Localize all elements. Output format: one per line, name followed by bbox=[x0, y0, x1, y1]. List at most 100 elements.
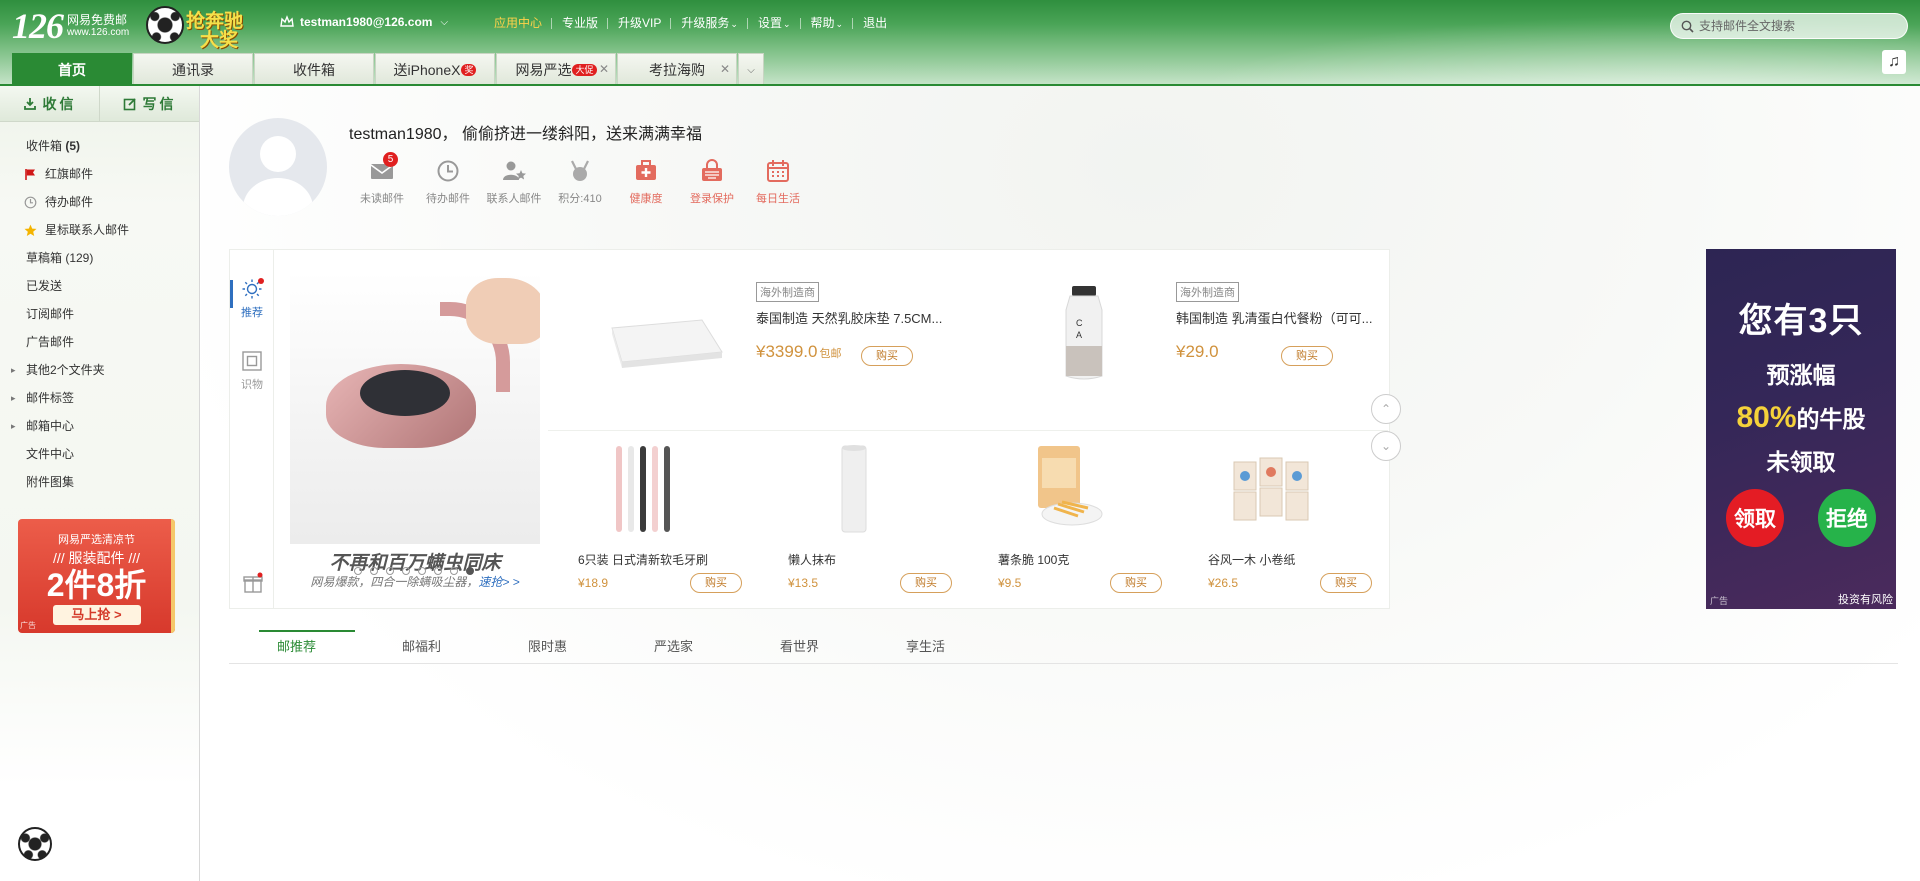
ad-risk-note: 投资有风险 bbox=[1838, 594, 1893, 606]
medkit-icon bbox=[636, 160, 656, 180]
avatar[interactable] bbox=[229, 118, 327, 216]
carousel-dot[interactable] bbox=[402, 567, 410, 575]
carousel-dot[interactable] bbox=[434, 567, 442, 575]
quick-points[interactable]: 积分:410 bbox=[547, 158, 613, 206]
product-card[interactable]: 海外制造商 泰国制造 天然乳胶床垫 7.5CM... ¥3399.0 包邮 购买 bbox=[548, 250, 968, 420]
folder-ads[interactable]: 广告邮件 bbox=[0, 328, 199, 356]
quick-unread[interactable]: 5 未读邮件 bbox=[349, 152, 415, 206]
quick-contact-mail[interactable]: 联系人邮件 bbox=[481, 158, 547, 206]
buy-button[interactable]: 购买 bbox=[1110, 573, 1162, 593]
search-input[interactable] bbox=[1699, 19, 1899, 33]
product-card[interactable]: CA 海外制造商 韩国制造 乳清蛋白代餐粉（可可... ¥29.0 购买 bbox=[968, 250, 1388, 420]
quick-daily-life[interactable]: 每日生活 bbox=[745, 158, 811, 206]
search-icon[interactable] bbox=[1681, 20, 1694, 33]
folder-file-center[interactable]: 文件中心 bbox=[0, 440, 199, 468]
soccer-ball-icon[interactable] bbox=[18, 827, 52, 861]
tab-iphonex[interactable]: 送iPhoneX 奖 bbox=[375, 53, 495, 86]
carousel-dot[interactable] bbox=[386, 567, 394, 575]
folder-subscriptions[interactable]: 订阅邮件 bbox=[0, 300, 199, 328]
buy-button[interactable]: 购买 bbox=[690, 573, 742, 593]
folder-tags[interactable]: ▸ 邮件标签 bbox=[0, 384, 199, 412]
scroll-up-button[interactable]: ⌃ bbox=[1371, 394, 1401, 424]
compose-button[interactable]: 写信 bbox=[100, 86, 199, 121]
ad-line2: /// 服装配件 /// bbox=[52, 550, 141, 566]
folder-drafts[interactable]: 草稿箱 (129) bbox=[0, 244, 199, 272]
carousel-dot[interactable] bbox=[418, 567, 426, 575]
sidebar-ad[interactable]: 网易严选清凉节 /// 服装配件 /// 2件8折 马上抢 > 广告 bbox=[18, 519, 175, 633]
product-tag: 海外制造商 bbox=[1176, 282, 1239, 302]
shop-tab-recommend[interactable]: 推荐 bbox=[230, 278, 274, 320]
tab-kaola[interactable]: 考拉海购 ✕ bbox=[617, 53, 737, 86]
quick-login-protect[interactable]: 登录保护 bbox=[679, 158, 745, 206]
nav-label: 帮助 bbox=[810, 16, 835, 30]
nav-upgrade-vip[interactable]: 升级VIP bbox=[608, 16, 672, 31]
folder-label: 待办邮件 bbox=[45, 195, 94, 209]
btab-recommend[interactable]: 邮推荐 bbox=[258, 630, 356, 664]
carousel-dot[interactable] bbox=[370, 567, 378, 575]
user-menu[interactable]: testman1980@126.com ⌵ bbox=[280, 15, 448, 29]
folder-red-flag[interactable]: 红旗邮件 bbox=[0, 160, 199, 188]
buy-button[interactable]: 购买 bbox=[1281, 346, 1333, 366]
vacuum-top bbox=[360, 370, 450, 416]
nav-settings[interactable]: 设置⌄ bbox=[748, 16, 801, 31]
product-card[interactable]: 6只装 日式清新软毛牙刷 ¥18.9 购买 bbox=[548, 430, 758, 610]
tab-yanxuan[interactable]: 网易严选 大促 ✕ bbox=[496, 53, 616, 86]
close-icon[interactable]: ✕ bbox=[720, 62, 730, 76]
folder-attachments[interactable]: 附件图集 bbox=[0, 468, 199, 496]
tab-inbox[interactable]: 收件箱 bbox=[254, 53, 374, 86]
btab-yanxuan[interactable]: 严选家 bbox=[654, 630, 693, 664]
buy-button[interactable]: 购买 bbox=[1320, 573, 1372, 593]
right-ad[interactable]: 您有3只 预涨幅 80%的牛股 未领取 领取 拒绝 广告 投资有风险 bbox=[1706, 249, 1896, 609]
chevron-right-icon[interactable]: ▸ bbox=[11, 356, 16, 384]
chevron-right-icon[interactable]: ▸ bbox=[11, 412, 16, 440]
gift-icon[interactable] bbox=[242, 572, 264, 594]
ad-cta-button[interactable]: 马上抢 > bbox=[52, 605, 141, 625]
search-box bbox=[1670, 13, 1908, 39]
ad-accept-button[interactable]: 领取 bbox=[1726, 489, 1784, 547]
folder-other[interactable]: ▸ 其他2个文件夹 bbox=[0, 356, 199, 384]
product-card[interactable]: 谷风一木 小卷纸 ¥26.5 购买 bbox=[1178, 430, 1388, 610]
scroll-down-button[interactable]: ⌄ bbox=[1371, 431, 1401, 461]
bottom-tab-bar: 邮推荐 邮福利 限时惠 严选家 看世界 享生活 bbox=[229, 630, 1898, 664]
folder-sent[interactable]: 已发送 bbox=[0, 272, 199, 300]
nav-pro[interactable]: 专业版 bbox=[552, 16, 609, 31]
close-icon[interactable]: ✕ bbox=[599, 62, 609, 76]
promo-badge[interactable]: 抢奔驰 大奖 bbox=[146, 4, 248, 51]
btab-limited[interactable]: 限时惠 bbox=[528, 630, 567, 664]
hero-subtitle: 网易爆款，四合一除螨吸尘器，速抢> > bbox=[290, 573, 540, 590]
btab-life[interactable]: 享生活 bbox=[906, 630, 945, 664]
folder-inbox[interactable]: 收件箱 (5) bbox=[0, 132, 199, 160]
carousel-dot[interactable] bbox=[466, 567, 474, 575]
quick-health[interactable]: 健康度 bbox=[613, 158, 679, 206]
product-card[interactable]: 懒人抹布 ¥13.5 购买 bbox=[758, 430, 968, 610]
buy-button[interactable]: 购买 bbox=[900, 573, 952, 593]
tab-more-button[interactable]: ⌵ bbox=[738, 53, 764, 86]
receive-button[interactable]: 收信 bbox=[0, 86, 100, 121]
hero-image[interactable] bbox=[290, 272, 540, 544]
music-note-icon[interactable]: ♫ bbox=[1882, 50, 1906, 74]
btab-world[interactable]: 看世界 bbox=[780, 630, 819, 664]
shop-tab-identify[interactable]: 识物 bbox=[230, 350, 274, 392]
folder-todo[interactable]: 待办邮件 bbox=[0, 188, 199, 216]
logo[interactable]: 126 网易免费邮 www.126.com bbox=[12, 8, 129, 44]
buy-button[interactable]: 购买 bbox=[861, 346, 913, 366]
nav-logout[interactable]: 退出 bbox=[853, 16, 897, 31]
product-card[interactable]: 薯条脆 100克 ¥9.5 购买 bbox=[968, 430, 1178, 610]
btab-welfare[interactable]: 邮福利 bbox=[402, 630, 441, 664]
folder-mail-center[interactable]: ▸ 邮箱中心 bbox=[0, 412, 199, 440]
hero-link[interactable]: 速抢> > bbox=[478, 575, 519, 589]
ad-reject-button[interactable]: 拒绝 bbox=[1818, 489, 1876, 547]
folder-label: 红旗邮件 bbox=[45, 167, 94, 181]
folder-starred-contacts[interactable]: 星标联系人邮件 bbox=[0, 216, 199, 244]
nav-upgrade-service[interactable]: 升级服务⌄ bbox=[671, 16, 748, 31]
tab-home[interactable]: 首页 bbox=[12, 53, 132, 86]
nav-app-center[interactable]: 应用中心 bbox=[484, 16, 553, 31]
carousel-dot[interactable] bbox=[354, 567, 362, 575]
carousel-dot[interactable] bbox=[450, 567, 458, 575]
nav-help[interactable]: 帮助⌄ bbox=[801, 16, 854, 31]
tab-contacts[interactable]: 通讯录 bbox=[133, 53, 253, 86]
product-name: 6只装 日式清新软毛牙刷 bbox=[578, 553, 709, 567]
chevron-down-icon: ⌵ bbox=[440, 16, 449, 28]
quick-todo[interactable]: 待办邮件 bbox=[415, 158, 481, 206]
chevron-right-icon[interactable]: ▸ bbox=[11, 384, 16, 412]
